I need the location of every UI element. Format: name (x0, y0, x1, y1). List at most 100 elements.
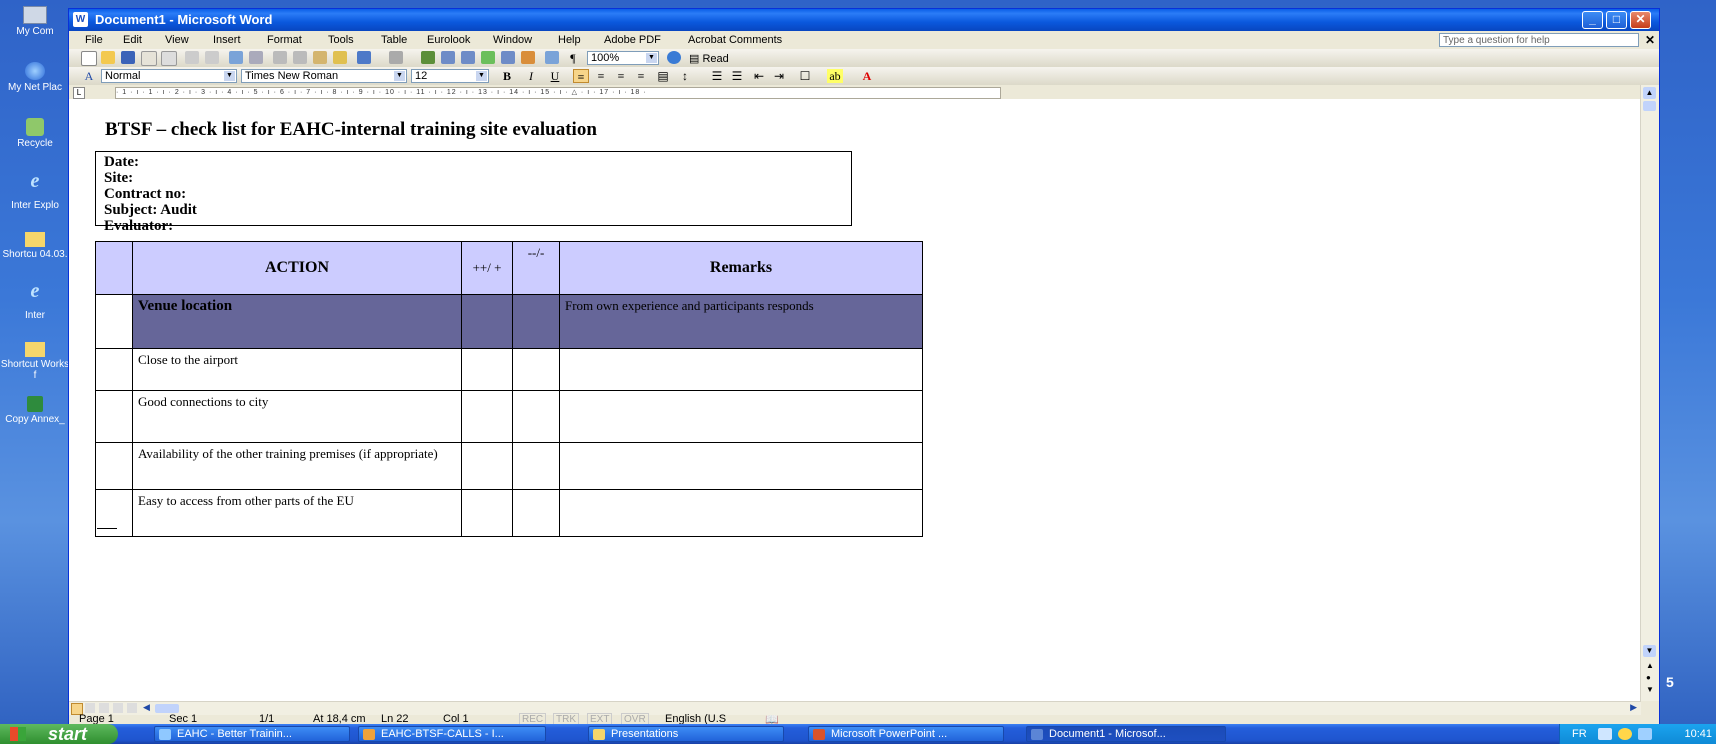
close-button[interactable]: ✕ (1630, 11, 1651, 29)
network-tray-icon[interactable] (1598, 728, 1612, 740)
horizontal-scrollbar[interactable]: ◀ ▶ (69, 701, 1641, 716)
print-icon[interactable] (185, 51, 199, 64)
align-right-button[interactable]: ≡ (613, 69, 629, 83)
menu-insert[interactable]: Insert (213, 34, 241, 46)
scroll-thumb[interactable] (1643, 101, 1656, 111)
desktop-icon-internet[interactable]: e Inter (0, 281, 70, 321)
cut-icon[interactable] (273, 51, 287, 64)
menu-eurolook[interactable]: Eurolook (427, 34, 470, 46)
paste-icon[interactable] (313, 51, 327, 64)
reading-layout-icon[interactable] (127, 703, 137, 713)
desktop-icon-ie[interactable]: e Inter Explo (0, 171, 70, 211)
document-map-icon[interactable] (545, 51, 559, 64)
highlight-icon[interactable]: ab (827, 69, 843, 83)
zoom-select[interactable]: 100% ▼ (587, 51, 659, 65)
task-presentations[interactable]: Presentations (588, 726, 784, 742)
menu-adobe-pdf[interactable]: Adobe PDF (604, 34, 661, 46)
desktop-icon-shortcut-1[interactable]: Shortcu 04.03. (0, 232, 70, 260)
vertical-scrollbar[interactable]: ▲ ▼ ▲ ● ▼ (1640, 85, 1659, 701)
help-search-input[interactable]: Type a question for help (1439, 33, 1639, 47)
previous-page-icon[interactable]: ▲ (1646, 661, 1654, 670)
scroll-up-icon[interactable]: ▲ (1643, 87, 1656, 99)
scroll-down-icon[interactable]: ▼ (1643, 645, 1656, 657)
align-left-button[interactable]: ≡ (573, 69, 589, 84)
bullets-icon[interactable]: ☰ (729, 69, 745, 83)
row-minus-cell[interactable] (512, 348, 560, 391)
menu-help[interactable]: Help (558, 34, 581, 46)
numbering-icon[interactable]: ☰ (709, 69, 725, 83)
insert-excel-icon[interactable] (481, 51, 495, 64)
select-browse-object-icon[interactable]: ● (1646, 673, 1651, 682)
copy-icon[interactable] (293, 51, 307, 64)
distributed-icon[interactable]: ▤ (655, 69, 671, 83)
desktop-icon-recycle[interactable]: Recycle (0, 118, 70, 149)
task-eahc-btsf-calls[interactable]: EAHC-BTSF-CALLS - I... (358, 726, 546, 742)
row-minus-cell[interactable] (512, 390, 560, 443)
desktop-icon-shortcut-works[interactable]: Shortcut Works f (0, 342, 70, 381)
outline-view-icon[interactable] (113, 703, 123, 713)
email-icon[interactable] (161, 51, 177, 66)
title-bar[interactable]: W Document1 - Microsoft Word _ □ ✕ (69, 9, 1659, 31)
maximize-button[interactable]: □ (1606, 11, 1627, 29)
menu-acrobat-comments[interactable]: Acrobat Comments (688, 34, 782, 46)
desktop-icon-network[interactable]: My Net Plac (0, 62, 70, 93)
row-minus-cell[interactable] (512, 489, 560, 537)
row-remarks[interactable] (559, 390, 923, 443)
redo-icon[interactable] (389, 51, 403, 64)
hyperlink-icon[interactable] (421, 51, 435, 64)
tab-selector-icon[interactable]: L (73, 87, 85, 99)
format-painter-icon[interactable] (333, 51, 347, 64)
row-minus-cell[interactable] (512, 442, 560, 490)
scroll-left-icon[interactable]: ◀ (143, 702, 150, 713)
styles-icon[interactable]: A (81, 69, 97, 83)
row-remarks[interactable] (559, 442, 923, 490)
decrease-indent-icon[interactable]: ⇤ (751, 69, 767, 83)
borders-icon[interactable]: ☐ (797, 69, 813, 83)
security-tray-icon[interactable] (1618, 728, 1632, 740)
read-button[interactable]: ▤ Read (689, 52, 729, 65)
bold-button[interactable]: B (499, 69, 515, 83)
web-layout-icon[interactable] (85, 703, 95, 713)
start-button[interactable]: start (0, 724, 118, 744)
close-document-icon[interactable]: ✕ (1645, 33, 1655, 47)
menu-file[interactable]: File (85, 34, 103, 46)
new-document-icon[interactable] (81, 51, 97, 66)
row-plus-cell[interactable] (461, 294, 513, 349)
menu-format[interactable]: Format (267, 34, 302, 46)
row-plus-cell[interactable] (461, 390, 513, 443)
next-page-icon[interactable]: ▼ (1646, 685, 1654, 694)
help-icon[interactable] (667, 51, 681, 64)
task-word-document1[interactable]: Document1 - Microsof... (1026, 726, 1226, 742)
row-plus-cell[interactable] (461, 348, 513, 391)
line-spacing-icon[interactable]: ↕ (677, 69, 693, 83)
menu-tools[interactable]: Tools (328, 34, 354, 46)
document-page[interactable]: BTSF – check list for EAHC-internal trai… (69, 99, 1641, 701)
font-select[interactable]: Times New Roman ▼ (241, 69, 407, 83)
menu-table[interactable]: Table (381, 34, 407, 46)
open-icon[interactable] (101, 51, 115, 64)
row-plus-cell[interactable] (461, 489, 513, 537)
horizontal-scroll-thumb[interactable] (155, 704, 179, 713)
align-center-button[interactable]: ≡ (593, 69, 609, 83)
desktop-icon-copy-annex[interactable]: Copy Annex_ (0, 396, 70, 425)
spelling-icon[interactable] (229, 51, 243, 64)
row-remarks[interactable] (559, 489, 923, 537)
menu-window[interactable]: Window (493, 34, 532, 46)
print-preview-icon[interactable] (205, 51, 219, 64)
menu-view[interactable]: View (165, 34, 189, 46)
font-size-select[interactable]: 12 ▼ (411, 69, 489, 83)
task-eahc-better-training[interactable]: EAHC - Better Trainin... (154, 726, 350, 742)
permission-icon[interactable] (141, 51, 157, 66)
undo-icon[interactable] (357, 51, 371, 64)
horizontal-ruler[interactable]: L · 1 · ı · 1 · ı · 2 · ı · 3 · ı · 4 · … (69, 85, 1641, 99)
save-icon[interactable] (121, 51, 135, 64)
minimize-button[interactable]: _ (1582, 11, 1603, 29)
insert-table-icon[interactable] (461, 51, 475, 64)
task-powerpoint[interactable]: Microsoft PowerPoint ... (808, 726, 1004, 742)
input-language[interactable]: FR (1572, 724, 1587, 744)
menu-edit[interactable]: Edit (123, 34, 142, 46)
columns-icon[interactable] (501, 51, 515, 64)
monitor-tray-icon[interactable] (1638, 728, 1652, 740)
row-minus-cell[interactable] (512, 294, 560, 349)
increase-indent-icon[interactable]: ⇥ (771, 69, 787, 83)
